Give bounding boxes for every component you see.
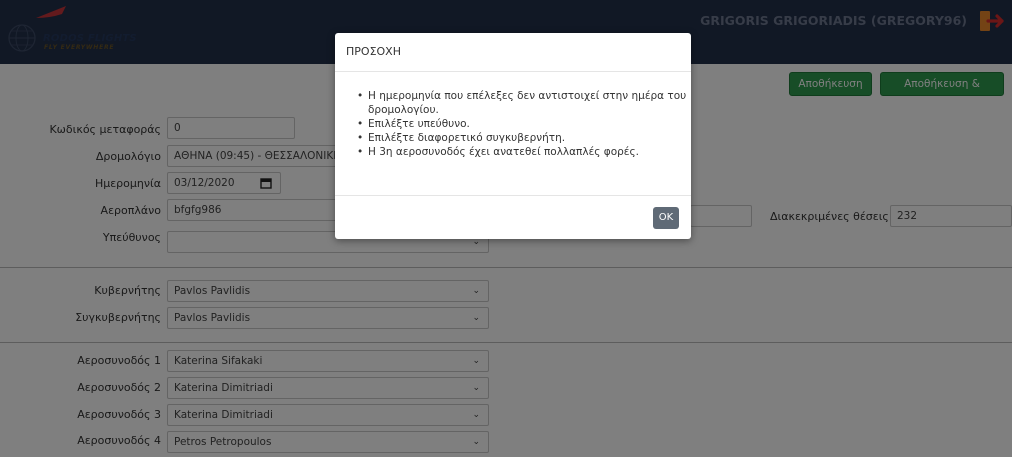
ok-button[interactable]: OK: [653, 207, 679, 229]
dialog-title: ΠΡΟΣΟΧΗ: [346, 45, 401, 58]
warning-dialog: ΠΡΟΣΟΧΗ Η ημερομηνία που επέλεξες δεν αν…: [335, 33, 691, 239]
dialog-divider: [335, 195, 691, 196]
dialog-divider: [335, 71, 691, 72]
warning-item: Επιλέξτε υπεύθυνο.: [357, 117, 687, 131]
warning-item: Η 3η αεροσυνοδός έχει ανατεθεί πολλαπλές…: [357, 145, 687, 159]
warning-item: Η ημερομηνία που επέλεξες δεν αντιστοιχε…: [357, 89, 687, 117]
warning-list: Η ημερομηνία που επέλεξες δεν αντιστοιχε…: [357, 89, 687, 159]
warning-item: Επιλέξτε διαφορετικό συγκυβερνήτη.: [357, 131, 687, 145]
